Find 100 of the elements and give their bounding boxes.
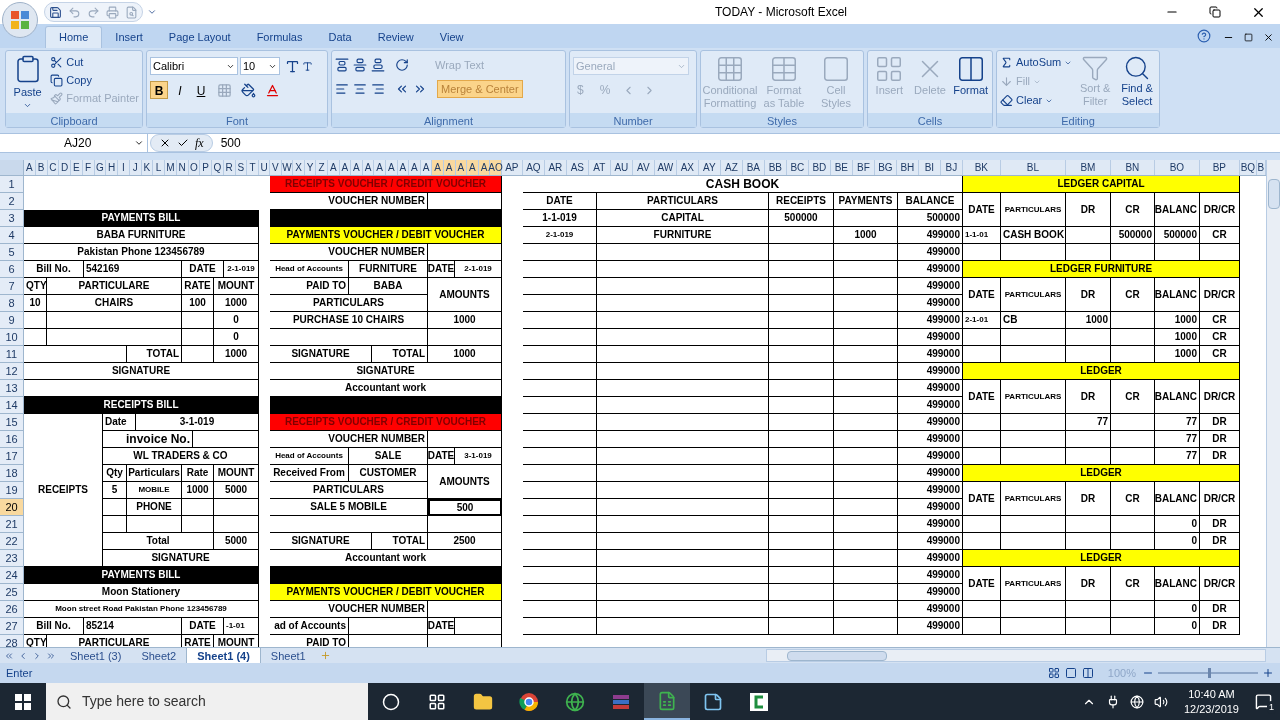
row-header[interactable]: 25 xyxy=(0,584,24,601)
editing-item[interactable]: AutoSum xyxy=(1000,54,1073,71)
column-header[interactable]: BM xyxy=(1065,160,1111,175)
column-header[interactable]: AR xyxy=(544,160,567,175)
column-header[interactable]: BD xyxy=(808,160,831,175)
row-header[interactable]: 15 xyxy=(0,414,24,431)
column-header[interactable]: A xyxy=(385,160,398,175)
column-header[interactable]: L xyxy=(153,160,165,175)
taskbar-search-field[interactable]: Type here to search xyxy=(46,683,368,720)
horizontal-scrollbar[interactable] xyxy=(766,649,1266,662)
editing-item[interactable]: Clear xyxy=(1000,92,1073,109)
ribbon-button[interactable]: Format xyxy=(952,54,989,113)
style-toggle[interactable]: U xyxy=(192,81,210,99)
row-header[interactable]: 5 xyxy=(0,244,24,261)
column-header[interactable]: BQ xyxy=(1239,160,1257,175)
column-header[interactable]: BH xyxy=(896,160,919,175)
column-header[interactable]: X xyxy=(293,160,305,175)
column-header[interactable]: A xyxy=(339,160,352,175)
column-header[interactable]: T xyxy=(247,160,259,175)
column-header[interactable]: AW xyxy=(654,160,677,175)
row-header[interactable]: 10 xyxy=(0,329,24,346)
zoom-thumb[interactable] xyxy=(1208,668,1211,678)
column-header[interactable]: O xyxy=(188,160,201,175)
column-header[interactable]: R xyxy=(223,160,236,175)
name-box[interactable]: AJ20 xyxy=(0,134,148,152)
column-header[interactable]: N xyxy=(176,160,189,175)
ribbon-tab[interactable]: Insert xyxy=(102,26,156,48)
column-header[interactable]: Q xyxy=(212,160,224,175)
row-header[interactable]: 27 xyxy=(0,618,24,635)
ribbon-tab[interactable]: Formulas xyxy=(243,26,316,48)
column-header[interactable]: BP xyxy=(1199,160,1240,175)
sheet-tab[interactable]: Sheet1 (3) xyxy=(60,648,132,663)
column-header[interactable]: S xyxy=(235,160,248,175)
column-header[interactable]: G xyxy=(94,160,107,175)
column-header[interactable]: K xyxy=(141,160,154,175)
notification-button[interactable]: 1 xyxy=(1255,693,1272,710)
column-header[interactable]: BC xyxy=(786,160,809,175)
row-header[interactable]: 7 xyxy=(0,278,24,295)
column-header[interactable]: F xyxy=(82,160,95,175)
column-header[interactable]: AT xyxy=(588,160,611,175)
column-header[interactable]: AQ xyxy=(522,160,545,175)
column-header[interactable]: BF xyxy=(852,160,875,175)
column-header[interactable]: A xyxy=(24,160,36,175)
column-header[interactable]: W xyxy=(281,160,294,175)
row-header[interactable]: 2 xyxy=(0,193,24,210)
column-header[interactable]: U xyxy=(259,160,270,175)
column-header[interactable]: BG xyxy=(874,160,897,175)
column-header[interactable]: AX xyxy=(676,160,699,175)
row-header[interactable]: 24 xyxy=(0,567,24,584)
office-button[interactable] xyxy=(2,2,38,38)
row-header[interactable]: 22 xyxy=(0,533,24,550)
column-header[interactable]: BI xyxy=(918,160,941,175)
row-header[interactable]: 8 xyxy=(0,295,24,312)
ribbon-tab[interactable]: Data xyxy=(315,26,365,48)
column-header[interactable]: BO xyxy=(1154,160,1200,175)
column-header[interactable]: Z xyxy=(316,160,328,175)
clipboard-item[interactable]: Copy xyxy=(50,72,139,88)
ribbon-tab[interactable]: View xyxy=(426,26,477,48)
column-header[interactable]: BJ xyxy=(940,160,963,175)
row-header[interactable]: 21 xyxy=(0,516,24,533)
column-header[interactable]: AS xyxy=(566,160,589,175)
ribbon-button[interactable]: Find & Select xyxy=(1118,54,1156,113)
sheet-tab[interactable]: Sheet1 xyxy=(260,648,316,663)
row-header[interactable]: 6 xyxy=(0,261,24,278)
column-header[interactable]: P xyxy=(200,160,212,175)
column-header[interactable]: BL xyxy=(1000,160,1066,175)
row-header[interactable]: 3 xyxy=(0,210,24,227)
column-header[interactable]: AV xyxy=(632,160,655,175)
column-header[interactable]: D xyxy=(59,160,71,175)
column-header[interactable]: A xyxy=(467,160,479,175)
row-header[interactable]: 13 xyxy=(0,380,24,397)
column-header[interactable]: BB xyxy=(764,160,787,175)
sheet-tab[interactable]: Sheet2 xyxy=(131,648,187,663)
column-header[interactable]: A xyxy=(432,160,444,175)
column-header[interactable]: V xyxy=(270,160,282,175)
style-toggle[interactable]: I xyxy=(171,81,189,99)
column-header[interactable]: BN xyxy=(1110,160,1155,175)
row-header[interactable]: 19 xyxy=(0,482,24,499)
column-header[interactable]: C xyxy=(47,160,60,175)
ribbon-tab[interactable]: Home xyxy=(45,26,103,48)
row-header[interactable]: 18 xyxy=(0,465,24,482)
column-header[interactable]: B xyxy=(35,160,48,175)
sheet-tab[interactable]: Sheet1 (4) xyxy=(186,648,261,663)
column-header[interactable]: B xyxy=(1256,160,1266,175)
column-header[interactable]: M xyxy=(165,160,177,175)
row-header[interactable]: 11 xyxy=(0,346,24,363)
column-header[interactable]: E xyxy=(71,160,83,175)
font-name-field[interactable]: Calibri xyxy=(150,57,238,75)
row-header[interactable]: 23 xyxy=(0,550,24,567)
column-header[interactable]: AZ xyxy=(720,160,743,175)
row-header[interactable]: 4 xyxy=(0,227,24,244)
ribbon-tab[interactable]: Page Layout xyxy=(155,26,244,48)
row-header[interactable]: 14 xyxy=(0,397,24,414)
row-header[interactable]: 26 xyxy=(0,601,24,618)
row-header[interactable]: 16 xyxy=(0,431,24,448)
column-header[interactable]: AY xyxy=(698,160,721,175)
column-header[interactable]: BA xyxy=(742,160,765,175)
font-size-field[interactable]: 10 xyxy=(240,57,280,75)
column-header[interactable]: BE xyxy=(830,160,853,175)
row-header[interactable]: 20 xyxy=(0,499,24,516)
